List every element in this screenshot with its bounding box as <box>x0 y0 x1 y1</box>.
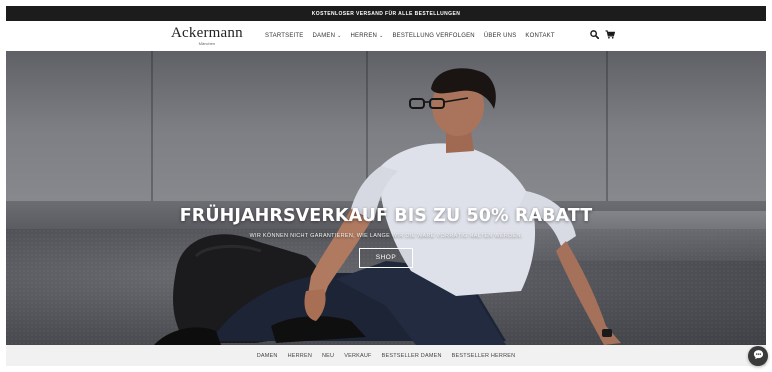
announcement-bar: KOSTENLOSER VERSAND FÜR ALLE BESTELLUNGE… <box>6 6 766 21</box>
chat-button[interactable] <box>748 346 768 366</box>
search-icon[interactable] <box>590 30 599 39</box>
hero-title: FRÜHJAHRSVERKAUF BIS ZU 50% RABATT <box>179 206 593 226</box>
cart-icon[interactable] <box>605 30 615 39</box>
hero-model-image <box>154 68 621 345</box>
hero-text-block: FRÜHJAHRSVERKAUF BIS ZU 50% RABATT WIR K… <box>6 206 766 268</box>
nav-label: ÜBER UNS <box>483 33 517 39</box>
nav-label: BESTELLUNG VERFOLGEN <box>392 33 475 39</box>
category-link-damen[interactable]: DAMEN <box>257 353 278 359</box>
hero-subtitle: WIR KÖNNEN NICHT GARANTIEREN, WIE LANGE … <box>249 233 523 239</box>
chat-icon <box>753 347 764 365</box>
category-link-bestseller-damen[interactable]: BESTSELLER DAMEN <box>382 353 442 359</box>
hero-banner: FRÜHJAHRSVERKAUF BIS ZU 50% RABATT WIR K… <box>6 51 766 345</box>
page-frame: KOSTENLOSER VERSAND FÜR ALLE BESTELLUNGE… <box>6 6 766 366</box>
category-bar: DAMEN HERREN NEU VERKAUF BESTSELLER DAME… <box>6 345 766 366</box>
nav-item-ueber-uns[interactable]: ÜBER UNS <box>484 33 517 39</box>
nav-item-startseite[interactable]: STARTSEITE <box>265 33 303 39</box>
brand-name: Ackermann <box>171 25 243 41</box>
header-icons <box>590 30 615 39</box>
shop-button[interactable]: SHOP <box>359 248 413 268</box>
site-header: Ackermann Mänchen STARTSEITE DAMEN ⌄ HERR… <box>6 21 766 51</box>
brand-tagline: Mänchen <box>198 41 216 46</box>
main-nav: STARTSEITE DAMEN ⌄ HERREN ⌄ BESTELLUNG VER… <box>265 33 555 39</box>
brand-logo[interactable]: Ackermann Mänchen <box>171 26 243 46</box>
category-link-bestseller-herren[interactable]: BESTSELLER HERREN <box>452 353 516 359</box>
nav-label: KONTAKT <box>525 33 555 39</box>
category-link-herren[interactable]: HERREN <box>288 353 312 359</box>
nav-item-damen[interactable]: DAMEN ⌄ <box>312 33 341 39</box>
nav-item-kontakt[interactable]: KONTAKT <box>525 33 554 39</box>
announcement-text: KOSTENLOSER VERSAND FÜR ALLE BESTELLUNGE… <box>311 10 461 17</box>
category-link-neu[interactable]: NEU <box>322 353 334 359</box>
nav-item-herren[interactable]: HERREN ⌄ <box>351 33 384 39</box>
chevron-down-icon: ⌄ <box>379 33 384 39</box>
chevron-down-icon: ⌄ <box>337 33 342 39</box>
nav-label: HERREN <box>350 33 378 39</box>
nav-label: STARTSEITE <box>265 33 304 39</box>
nav-label: DAMEN <box>312 33 336 39</box>
nav-item-bestellung-verfolgen[interactable]: BESTELLUNG VERFOLGEN <box>392 33 474 39</box>
category-link-verkauf[interactable]: VERKAUF <box>344 353 371 359</box>
